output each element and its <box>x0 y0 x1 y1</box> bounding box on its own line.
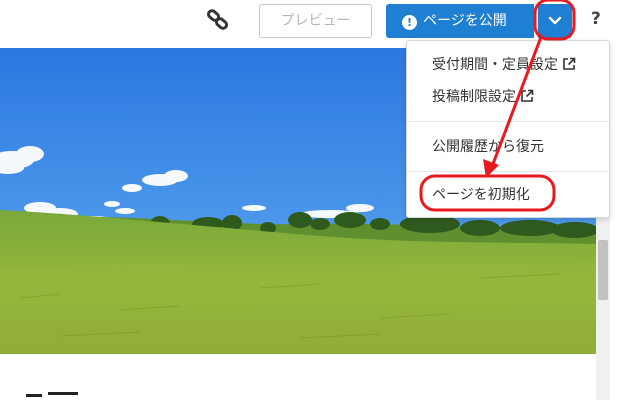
scrollbar-thumb[interactable] <box>598 240 608 300</box>
link-icon[interactable] <box>205 9 231 31</box>
publish-options-toggle[interactable] <box>538 4 572 38</box>
menu-item-label: ページを初期化 <box>432 187 530 203</box>
menu-item-post-restriction[interactable]: 投稿制限設定 <box>432 86 534 106</box>
external-link-icon <box>563 57 576 70</box>
content-area <box>0 354 596 400</box>
preview-button[interactable]: プレビュー <box>259 4 372 38</box>
help-icon[interactable]: ? <box>591 9 601 29</box>
menu-divider <box>407 121 609 122</box>
heading-fragment <box>26 392 78 397</box>
menu-item-label: 公開履歴から復元 <box>432 139 544 155</box>
menu-item-reset-page[interactable]: ページを初期化 <box>432 184 530 204</box>
publish-button[interactable]: ! ページを公開 <box>386 4 534 38</box>
chevron-down-icon <box>548 16 562 25</box>
publish-label: ページを公開 <box>423 13 507 29</box>
menu-item-label: 受付期間・定員設定 <box>432 57 558 73</box>
top-toolbar: プレビュー ! ページを公開 ? <box>0 0 623 44</box>
menu-item-label: 投稿制限設定 <box>432 89 516 105</box>
external-link-icon <box>521 89 534 102</box>
warning-icon: ! <box>402 15 417 30</box>
page: プレビュー ! ページを公開 ? 受付期間・定員設定 投稿制限設定 公開履歴から… <box>0 0 623 400</box>
menu-item-restore-history[interactable]: 公開履歴から復元 <box>432 136 544 156</box>
menu-divider <box>407 171 609 172</box>
menu-item-reception-settings[interactable]: 受付期間・定員設定 <box>432 54 576 74</box>
publish-options-menu: 受付期間・定員設定 投稿制限設定 公開履歴から復元 ページを初期化 <box>406 40 610 218</box>
right-gutter <box>610 44 623 400</box>
